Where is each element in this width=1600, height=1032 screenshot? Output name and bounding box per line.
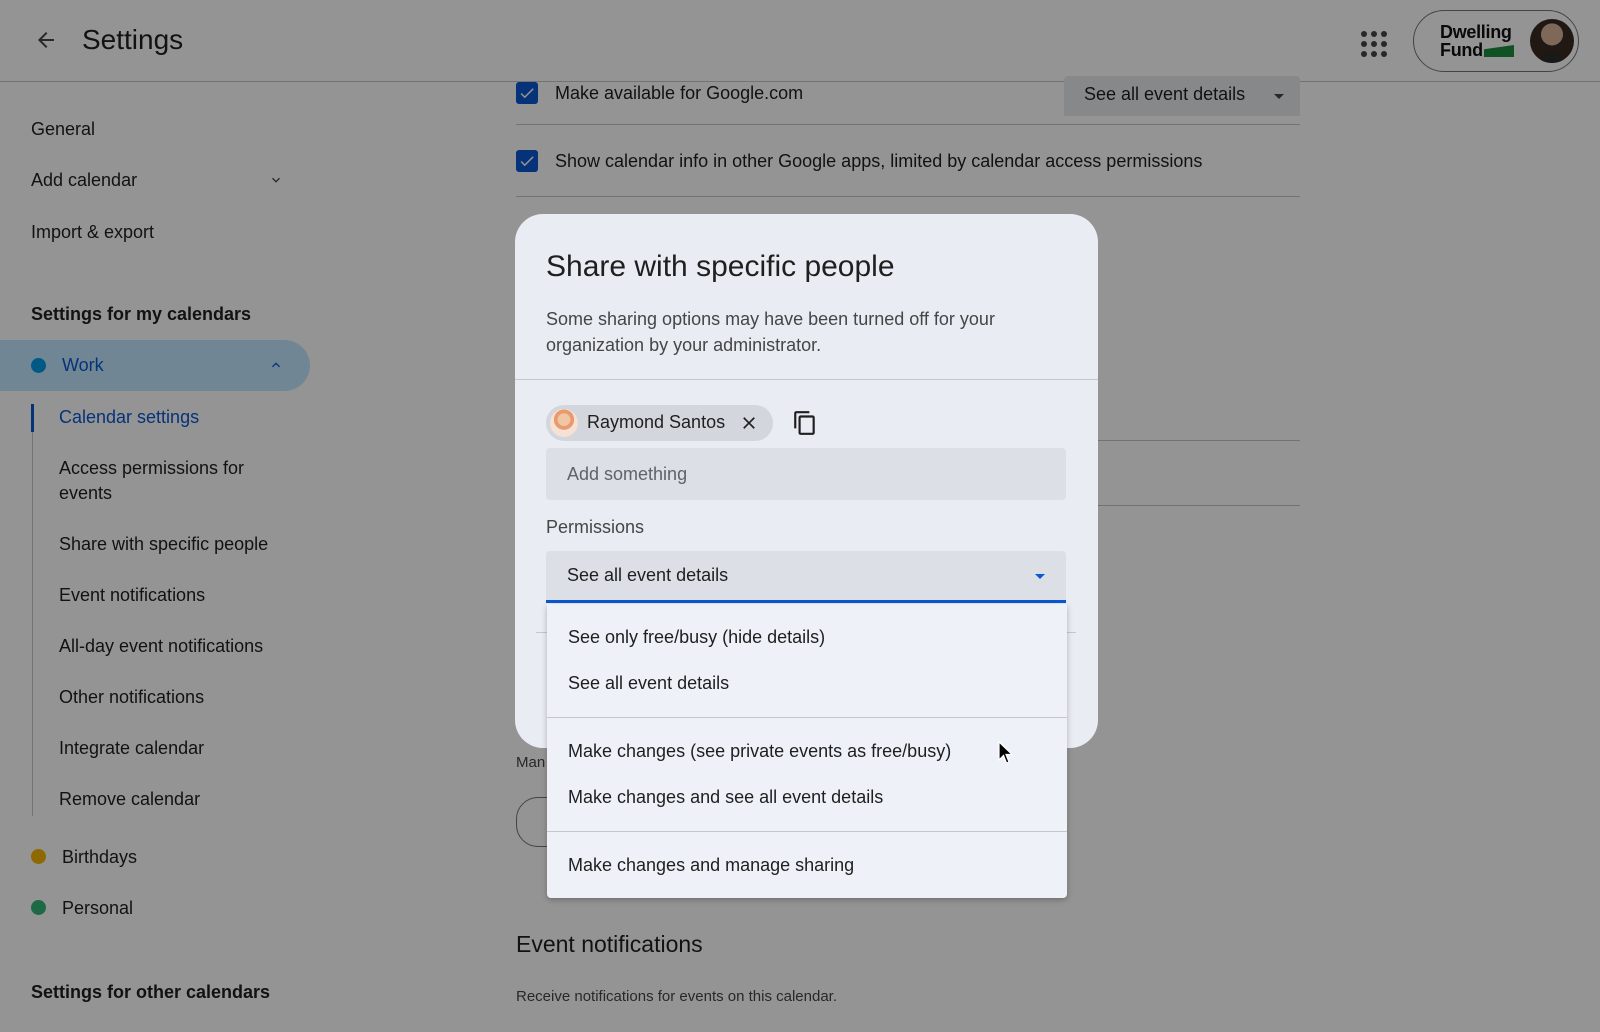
dialog-description: Some sharing options may have been turne… [546,309,995,355]
close-icon[interactable] [739,413,759,433]
menu-item-manage-sharing[interactable]: Make changes and manage sharing [547,844,1067,890]
permissions-label: Permissions [546,517,645,537]
menu-item-see-all-details[interactable]: See all event details [547,662,1067,708]
dialog-title: Share with specific people [546,250,895,283]
add-people-input[interactable] [546,448,1066,500]
menu-divider [547,717,1067,718]
person-chip[interactable]: Raymond Santos [546,405,773,441]
divider [515,379,1098,380]
copy-icon[interactable] [792,410,818,436]
person-chip-name: Raymond Santos [587,412,726,432]
menu-item-make-changes-all-details[interactable]: Make changes and see all event details [547,776,1067,822]
mouse-pointer-icon [998,741,1014,764]
person-avatar [550,409,578,437]
permissions-select[interactable]: See all event details [546,551,1066,603]
menu-item-free-busy[interactable]: See only free/busy (hide details) [547,616,1067,662]
permissions-selected-value: See all event details [567,565,729,585]
permissions-menu: See only free/busy (hide details) See al… [547,604,1067,898]
dropdown-arrow-icon [1035,574,1045,579]
menu-item-make-changes-free-busy[interactable]: Make changes (see private events as free… [547,730,1067,776]
menu-divider [547,831,1067,832]
